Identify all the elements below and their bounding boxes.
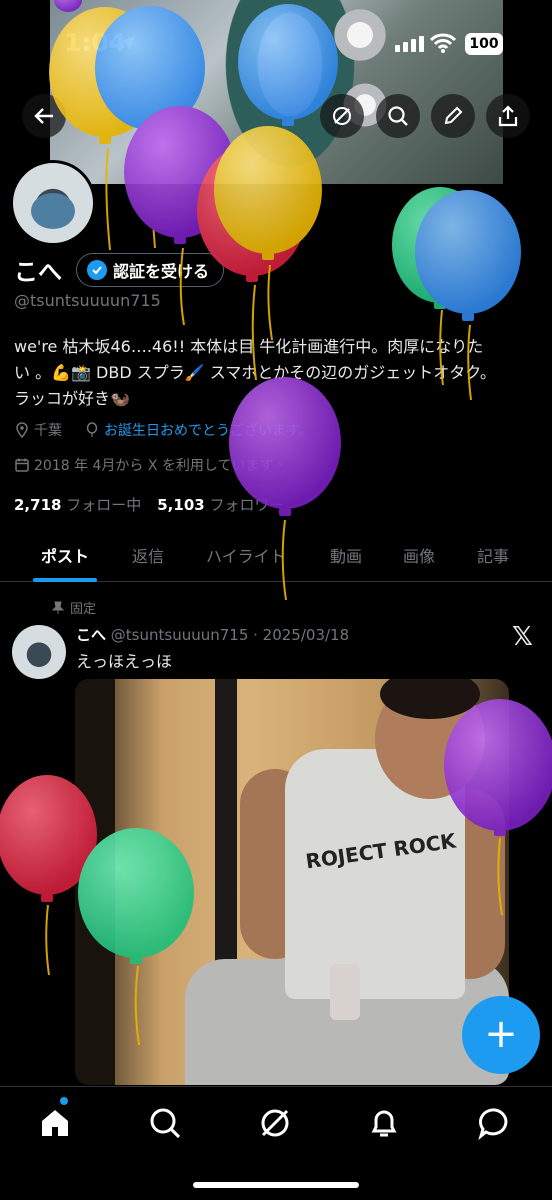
tab-replies[interactable]: 返信 [132,543,164,567]
tab-posts[interactable]: ポスト [41,543,89,567]
grok-icon [261,1109,289,1137]
pinned-label: 固定 [52,598,96,617]
post-image[interactable]: ROJECT ROCK [75,679,509,1085]
calendar-icon [15,458,29,472]
following-link[interactable]: 2,718 フォロー中 [14,494,141,515]
notifications-icon [371,1110,397,1137]
get-verified-label: 認証を受ける [113,262,210,281]
signal-icon [395,36,424,52]
share-icon [498,105,518,127]
bio-line: we're 枯木坂46….46!! 本体は目 牛化計画進行中。肉厚になりた [14,337,484,356]
status-time: 1:04 [64,28,127,57]
tab-highlights[interactable]: ハイライト [206,543,286,567]
gym-rack [75,679,115,1085]
home-icon [42,1110,68,1136]
following-label: フォロー中 [66,496,142,514]
profile-tabs: ポスト 返信 ハイライト 動画 画像 記事 [0,530,552,582]
followers-label: フォロワー [209,496,285,514]
status-bar: 1:04 100 [0,0,552,90]
following-count: 2,718 [14,496,62,514]
back-arrow-icon [34,108,53,124]
birthday-link[interactable]: お誕生日おめでとうございます。 [104,420,313,440]
post-text: えっほえっほ [76,652,173,671]
grok-icon [333,107,351,125]
wifi-icon [430,33,456,53]
home-indicator[interactable] [193,1182,359,1188]
share-button[interactable] [486,94,530,138]
post-header: こへ @tsuntsuuuun715 · 2025/03/18 [76,624,349,645]
bio-line: い 。💪📸 DBD スプラ🖌️ スマホとかその辺のガジェットオタク。 [14,363,496,382]
search-icon [388,106,408,126]
nav-grok[interactable] [257,1105,293,1141]
profile-meta: 千葉 お誕生日おめでとうございます。 [14,420,313,440]
post-author-name[interactable]: こへ [76,626,106,644]
verified-badge-icon [87,260,107,280]
pin-icon [52,601,64,614]
compose-button[interactable]: + [462,996,540,1074]
x-logo-icon: 𝕏 [512,622,533,652]
get-verified-button[interactable]: 認証を受ける [76,253,225,287]
location-arrow-icon [120,35,136,51]
search-button[interactable] [376,94,420,138]
profile-bio: we're 枯木坂46….46!! 本体は目 牛化計画進行中。肉厚になりた い … [14,334,534,412]
grok-button[interactable] [320,94,364,138]
photo-phone [330,964,360,1020]
joined-date: 2018 年 4月から X を利用しています [34,458,274,474]
home-unread-dot [60,1097,68,1105]
edit-icon [444,106,463,125]
chevron-right-icon[interactable]: › [278,457,284,473]
edit-button[interactable] [431,94,475,138]
tab-images[interactable]: 画像 [403,543,435,567]
post-handle-date: @tsuntsuuuun715 · 2025/03/18 [110,626,350,644]
location-icon [16,422,28,438]
tab-articles[interactable]: 記事 [477,543,509,567]
profile-location: 千葉 [34,423,62,439]
profile-name: こへ [14,258,62,286]
nav-explore[interactable] [147,1105,183,1141]
post-avatar[interactable] [12,625,66,679]
balloon-icon [86,422,98,437]
bio-line: ラッコが好き🦦 [14,389,130,408]
battery-icon: 100 [465,33,503,55]
back-button[interactable] [22,94,66,138]
profile-avatar[interactable] [10,160,96,246]
followers-link[interactable]: 5,103 フォロワー [157,494,284,515]
explore-icon [150,1108,181,1139]
tab-videos[interactable]: 動画 [330,543,362,567]
plus-icon: + [484,1011,518,1057]
followers-count: 5,103 [157,496,205,514]
messages-icon [478,1108,508,1141]
follow-stats: 2,718 フォロー中 5,103 フォロワー [14,494,285,515]
profile-joined: 2018 年 4月から X を利用しています › [14,455,283,475]
pinned-text: 固定 [70,602,97,617]
nav-home[interactable] [37,1105,73,1141]
active-tab-indicator [33,578,97,582]
profile-handle: @tsuntsuuuun715 [14,291,161,310]
nav-notifications[interactable] [366,1105,402,1141]
nav-messages[interactable] [477,1105,513,1141]
